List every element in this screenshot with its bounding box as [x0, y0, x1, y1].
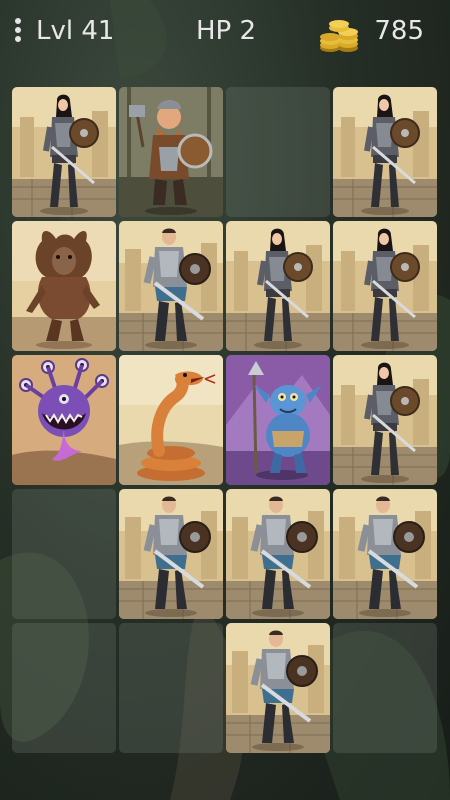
beholder-card[interactable] — [12, 355, 116, 485]
knight-portrait — [119, 221, 223, 351]
dwarf-portrait — [119, 87, 223, 217]
heroine-card[interactable] — [333, 221, 437, 351]
empty-tile[interactable] — [12, 623, 116, 753]
heroine-portrait — [333, 87, 437, 217]
heroine-card[interactable] — [12, 87, 116, 217]
serpent-portrait — [119, 355, 223, 485]
heroine-portrait — [333, 355, 437, 485]
knight-portrait — [226, 489, 330, 619]
heroine-portrait — [12, 87, 116, 217]
heroine-portrait — [226, 221, 330, 351]
heroine-portrait — [333, 221, 437, 351]
level-label: Lvl 41 — [36, 16, 115, 46]
coins-counter: 785 — [374, 16, 424, 46]
gold-coins-icon — [320, 20, 358, 52]
knight-card[interactable] — [333, 489, 437, 619]
serpent-card[interactable] — [119, 355, 223, 485]
heroine-card[interactable] — [226, 221, 330, 351]
heroine-card[interactable] — [333, 87, 437, 217]
beholder-portrait — [12, 355, 116, 485]
knight-card[interactable] — [226, 623, 330, 753]
knight-card[interactable] — [226, 489, 330, 619]
knight-portrait — [333, 489, 437, 619]
empty-tile[interactable] — [226, 87, 330, 217]
werewolf-portrait — [12, 221, 116, 351]
knight-portrait — [119, 489, 223, 619]
knight-card[interactable] — [119, 221, 223, 351]
dwarf-card[interactable] — [119, 87, 223, 217]
empty-tile[interactable] — [119, 623, 223, 753]
heroine-card[interactable] — [333, 355, 437, 485]
empty-tile[interactable] — [333, 623, 437, 753]
hp-label: HP 2 — [196, 16, 257, 46]
status-bar: Lvl 41 HP 2 785 — [0, 0, 450, 66]
empty-tile[interactable] — [12, 489, 116, 619]
knight-portrait — [226, 623, 330, 753]
goblin-card[interactable] — [226, 355, 330, 485]
knight-card[interactable] — [119, 489, 223, 619]
goblin-portrait — [226, 355, 330, 485]
menu-dots-icon[interactable] — [12, 16, 24, 50]
werewolf-card[interactable] — [12, 221, 116, 351]
game-board — [12, 87, 437, 753]
